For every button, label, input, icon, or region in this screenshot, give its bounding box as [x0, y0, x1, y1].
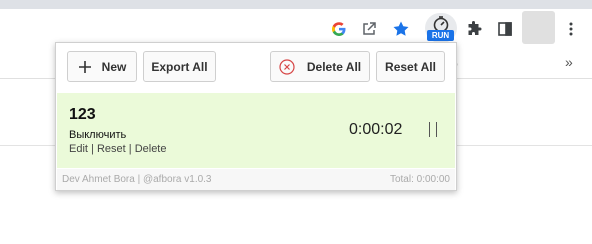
edit-link[interactable]: Edit — [69, 143, 88, 155]
timer-actions: Edit | Reset | Delete — [69, 143, 166, 155]
plus-icon — [78, 60, 91, 73]
new-button-label: New — [101, 59, 127, 74]
reset-all-button[interactable]: Reset All — [376, 51, 445, 82]
reset-all-label: Reset All — [385, 59, 436, 74]
bookmarks-overflow-chevron[interactable]: » — [565, 54, 573, 70]
timer-popup: New Export All Delete All Reset All 123 … — [55, 42, 457, 191]
side-panel-icon[interactable] — [495, 19, 515, 39]
new-timer-button[interactable]: New — [67, 51, 137, 82]
delete-all-label: Delete All — [306, 59, 362, 74]
google-icon[interactable] — [329, 19, 349, 39]
timer-card: 123 Выключить Edit | Reset | Delete 0:00… — [57, 93, 455, 168]
total-time: Total: 0:00:00 — [389, 174, 450, 185]
export-all-button[interactable]: Export All — [143, 51, 216, 82]
export-all-label: Export All — [151, 59, 208, 74]
timer-extension-button[interactable]: RUN — [425, 13, 457, 43]
profile-avatar[interactable] — [522, 11, 555, 44]
more-menu-icon[interactable] — [561, 19, 581, 39]
delete-all-button[interactable]: Delete All — [270, 51, 370, 82]
popup-footer: Dev Ahmet Bora | @afbora v1.0.3 Total: 0… — [57, 169, 455, 190]
delete-circle-x-icon — [279, 58, 295, 75]
extensions-puzzle-icon[interactable] — [464, 19, 484, 39]
timer-name: 123 — [69, 106, 96, 123]
run-badge: RUN — [427, 30, 454, 41]
pause-icon[interactable] — [429, 122, 437, 137]
timer-elapsed: 0:00:02 — [349, 121, 403, 138]
share-icon[interactable] — [359, 19, 379, 39]
delete-link[interactable]: Delete — [135, 143, 167, 155]
timer-subtitle: Выключить — [69, 129, 127, 141]
tab-strip — [0, 0, 592, 9]
reset-link[interactable]: Reset — [97, 143, 126, 155]
developer-credit: Dev Ahmet Bora | @afbora v1.0.3 — [62, 174, 212, 185]
bookmark-star-icon[interactable] — [391, 19, 411, 39]
